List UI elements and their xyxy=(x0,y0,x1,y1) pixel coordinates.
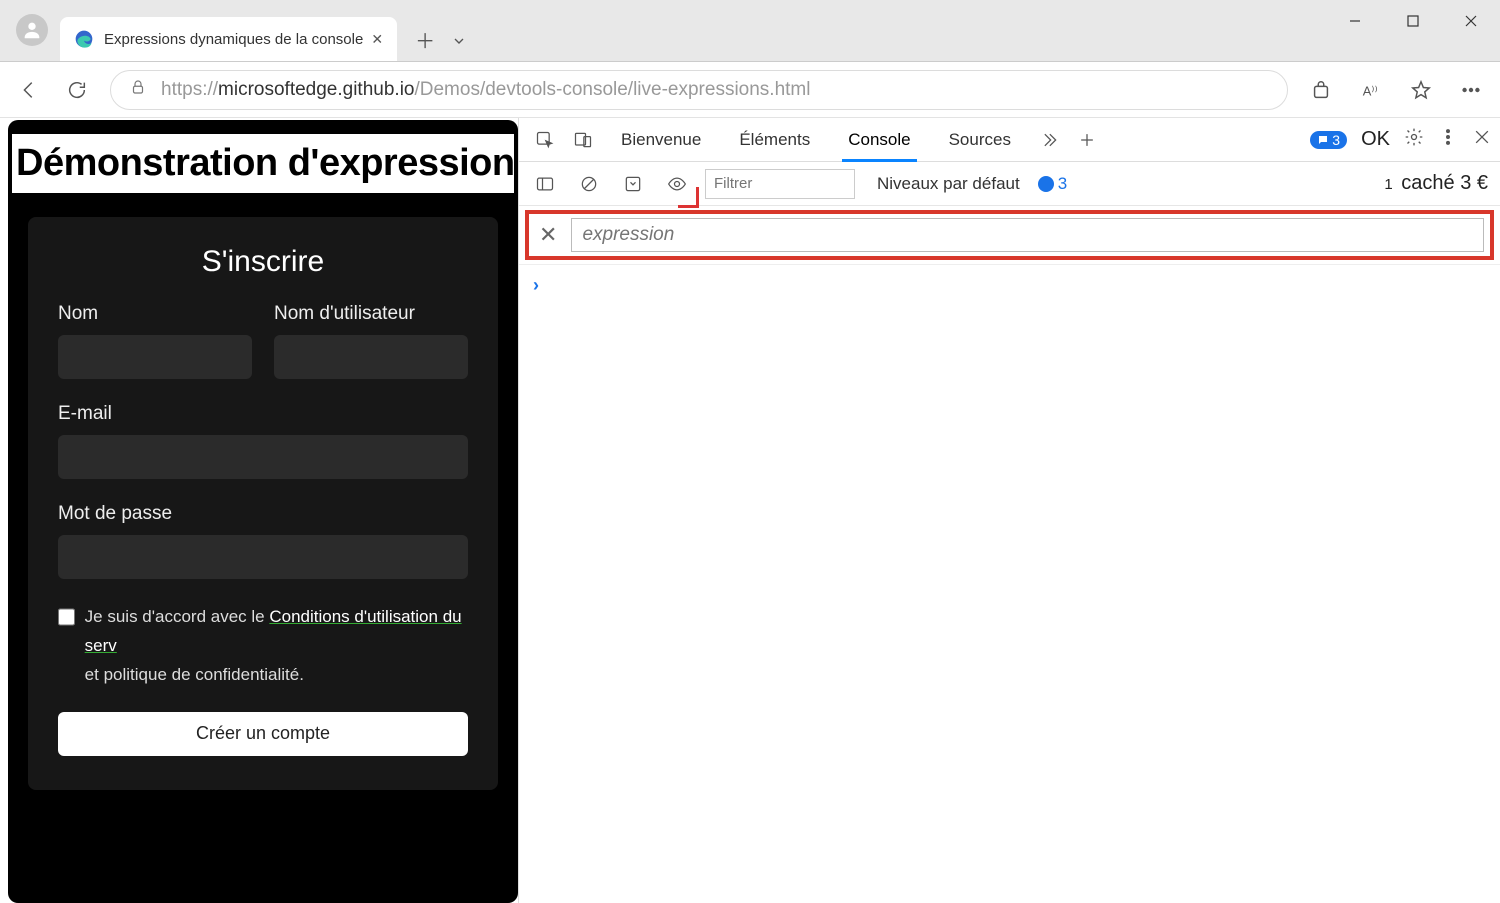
username-input[interactable] xyxy=(274,335,468,379)
main-split: Démonstration d'expressions en direct % … xyxy=(0,118,1500,903)
url-text: https://microsoftedge.github.io/Demos/de… xyxy=(161,79,810,101)
browser-tab[interactable]: Expressions dynamiques de la console ✕ xyxy=(60,17,397,61)
tab-console[interactable]: Console xyxy=(832,118,926,161)
levels-count-badge[interactable]: 3 xyxy=(1038,174,1067,194)
device-toggle-icon[interactable] xyxy=(567,124,599,156)
new-tab-devtools-icon[interactable] xyxy=(1071,124,1103,156)
chat-icon xyxy=(1317,134,1329,146)
devtools-close-icon[interactable] xyxy=(1472,127,1492,152)
tab-welcome[interactable]: Bienvenue xyxy=(605,118,717,161)
agree-prefix-text: Je suis d'accord avec le xyxy=(85,607,270,626)
hidden-currency: € xyxy=(1477,172,1488,194)
inspect-element-icon[interactable] xyxy=(529,124,561,156)
form-heading: S'inscrire xyxy=(58,245,468,279)
log-levels-label[interactable]: Niveaux par défaut xyxy=(877,174,1020,194)
context-selector-icon[interactable] xyxy=(617,168,649,200)
devtools-more-icon[interactable] xyxy=(1438,127,1458,152)
tab-elements[interactable]: Éléments xyxy=(723,118,826,161)
issues-badge[interactable]: 3 xyxy=(1310,131,1347,149)
tab-title: Expressions dynamiques de la console xyxy=(104,31,363,48)
clear-console-icon[interactable] xyxy=(573,168,605,200)
devtools-tabbar: Bienvenue Éléments Console Sources 3 OK xyxy=(519,118,1500,162)
url-domain: microsoftedge.github.io xyxy=(218,79,414,100)
page-title: Démonstration d'expressions en direct % … xyxy=(12,134,514,193)
hidden-label: caché xyxy=(1401,172,1454,194)
shopping-icon[interactable] xyxy=(1306,75,1336,105)
issues-count: 3 xyxy=(1332,132,1340,148)
tab-close-icon[interactable]: ✕ xyxy=(371,31,383,48)
url-path: /Demos/devtools-console/live-expressions… xyxy=(414,79,810,100)
levels-count: 3 xyxy=(1058,174,1067,194)
address-bar[interactable]: https://microsoftedge.github.io/Demos/de… xyxy=(110,70,1288,110)
window-controls xyxy=(1326,0,1500,42)
username-label: Nom d'utilisateur xyxy=(274,303,468,325)
tab-sources[interactable]: Sources xyxy=(933,118,1027,161)
devtools-panel: Bienvenue Éléments Console Sources 3 OK xyxy=(518,118,1500,903)
back-button[interactable] xyxy=(14,75,44,105)
password-label: Mot de passe xyxy=(58,503,468,525)
console-prompt-caret-icon: › xyxy=(533,275,539,295)
email-input[interactable] xyxy=(58,435,468,479)
browser-tab-strip: Expressions dynamiques de la console ✕ ＋ xyxy=(0,0,1500,62)
more-menu-icon[interactable] xyxy=(1456,75,1486,105)
expression-input[interactable] xyxy=(571,218,1484,252)
name-input[interactable] xyxy=(58,335,252,379)
console-body[interactable]: › xyxy=(519,264,1500,903)
refresh-button[interactable] xyxy=(62,75,92,105)
agree-suffix-text: et politique de confidentialité. xyxy=(85,665,304,684)
title-prefix: Démonstration d'expressions en direct xyxy=(16,142,518,184)
svg-text:A⁾⁾: A⁾⁾ xyxy=(1363,83,1378,98)
filter-input[interactable] xyxy=(705,169,855,199)
sidebar-toggle-icon[interactable] xyxy=(529,168,561,200)
page-content: Démonstration d'expressions en direct % … xyxy=(8,120,518,903)
profile-avatar[interactable] xyxy=(16,14,48,46)
edge-logo-icon xyxy=(74,29,94,49)
browser-toolbar: https://microsoftedge.github.io/Demos/de… xyxy=(0,62,1500,118)
more-tabs-icon[interactable] xyxy=(1033,124,1065,156)
live-expression-row: ✕ xyxy=(525,210,1494,260)
url-protocol: https:// xyxy=(161,79,218,100)
close-window-button[interactable] xyxy=(1442,0,1500,42)
signup-form: S'inscrire Nom Nom d'utilisateur E-mail xyxy=(28,217,498,790)
email-label: E-mail xyxy=(58,403,468,425)
hidden-prefix: 1 xyxy=(1384,176,1392,193)
agree-row: Je suis d'accord avec le Conditions d'ut… xyxy=(58,603,468,690)
agree-checkbox[interactable] xyxy=(58,608,75,626)
person-icon xyxy=(21,19,43,41)
hidden-messages[interactable]: 1 caché 3 € xyxy=(1384,172,1488,195)
lock-icon[interactable] xyxy=(129,78,147,101)
tabs-chevron-icon[interactable] xyxy=(447,29,471,53)
new-tab-button[interactable]: ＋ xyxy=(407,21,443,57)
maximize-button[interactable] xyxy=(1384,0,1442,42)
create-account-button[interactable]: Créer un compte xyxy=(58,712,468,756)
settings-gear-icon[interactable] xyxy=(1404,127,1424,152)
console-toolbar: Niveaux par défaut 3 1 caché 3 € xyxy=(519,162,1500,206)
name-label: Nom xyxy=(58,303,252,325)
ok-status: OK xyxy=(1361,128,1390,151)
password-input[interactable] xyxy=(58,535,468,579)
minimize-button[interactable] xyxy=(1326,0,1384,42)
hidden-suffix: 3 xyxy=(1460,172,1471,194)
favorite-icon[interactable] xyxy=(1406,75,1436,105)
read-aloud-icon[interactable]: A⁾⁾ xyxy=(1356,75,1386,105)
live-expression-eye-icon[interactable] xyxy=(661,168,693,200)
expression-close-icon[interactable]: ✕ xyxy=(535,222,561,248)
